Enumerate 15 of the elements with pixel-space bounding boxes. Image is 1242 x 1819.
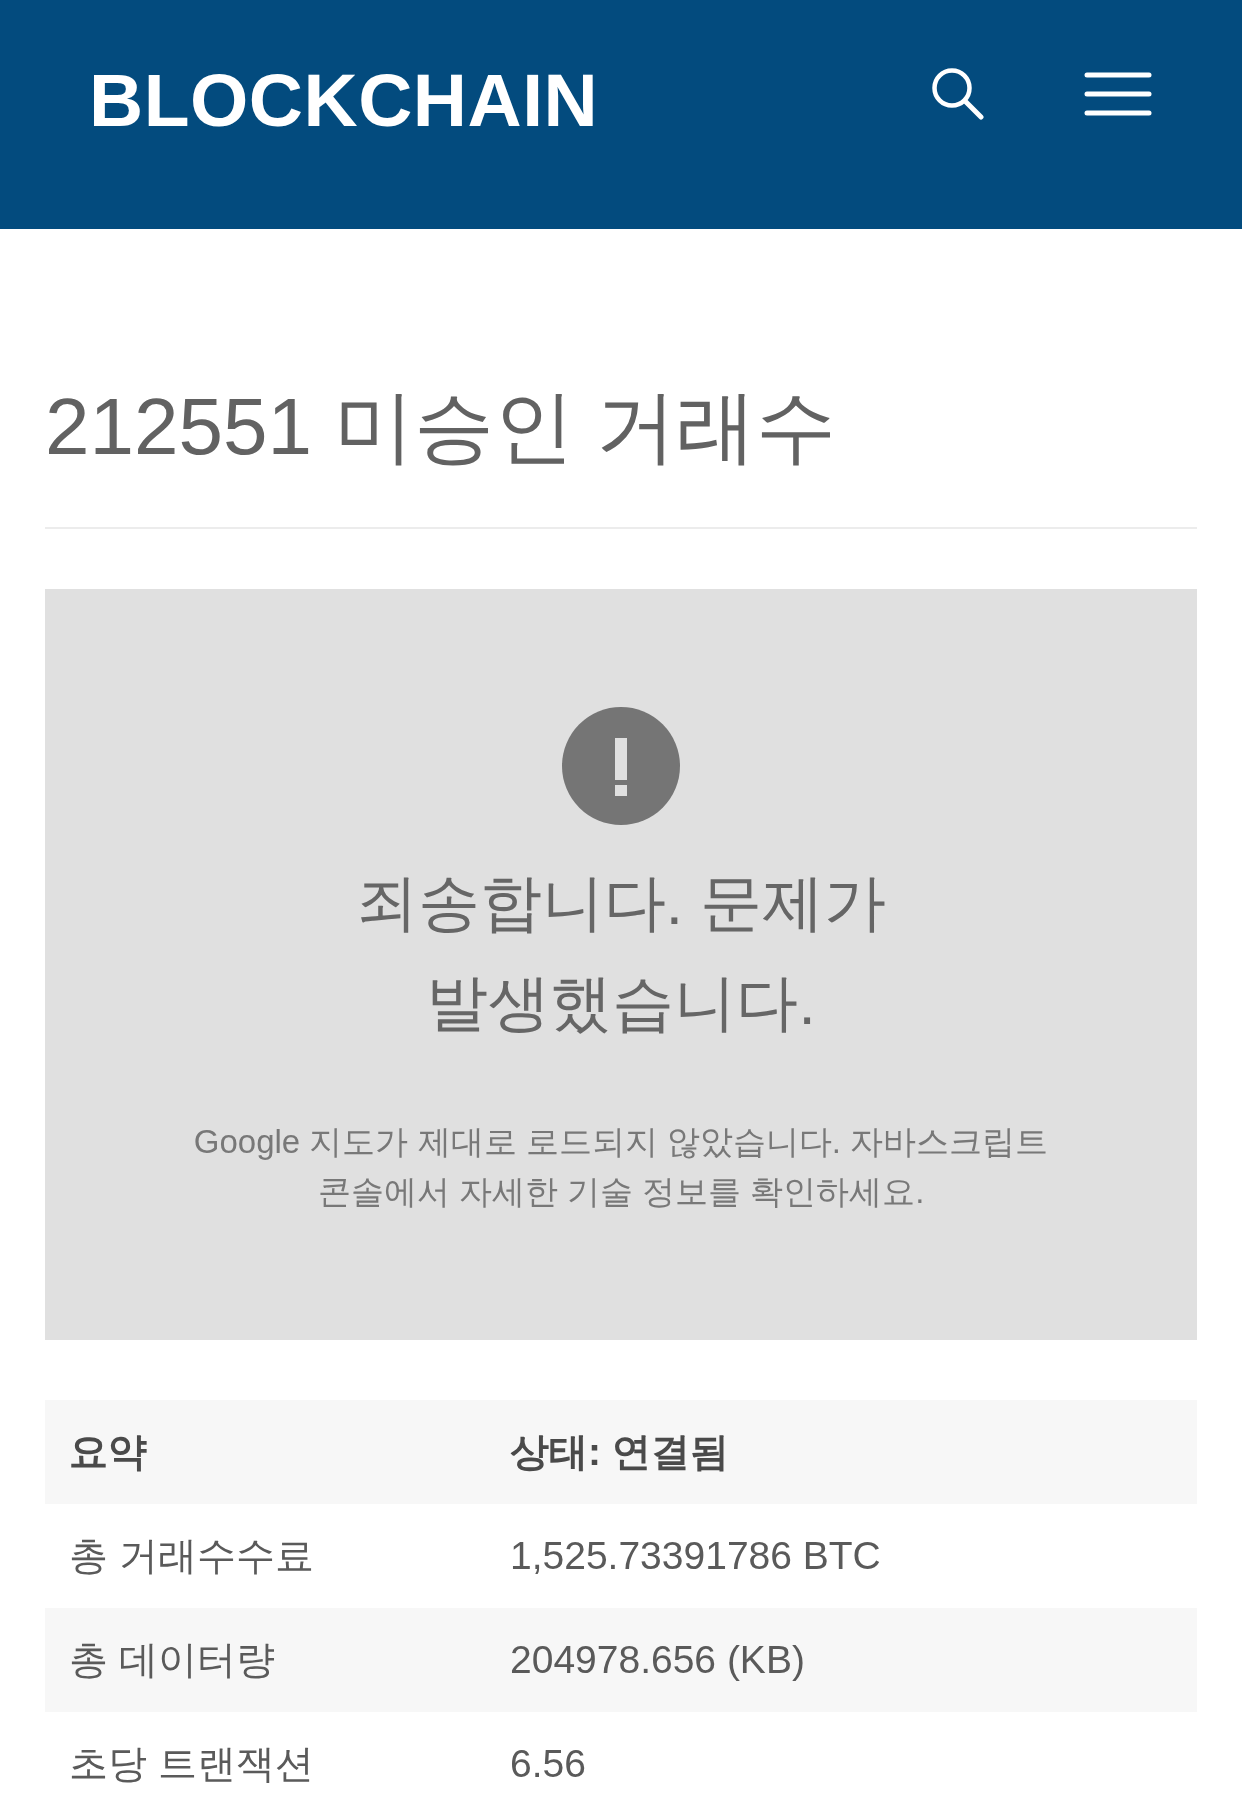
error-heading: 죄송합니다. 문제가 발생했습니다. — [354, 867, 888, 1039]
search-icon[interactable] — [932, 68, 984, 120]
page-title: 212551 미승인 거래수 — [45, 381, 838, 473]
column-header: 요약 — [69, 1429, 148, 1475]
column-header: 상태: 연결됨 — [510, 1429, 730, 1475]
table-cell-text: 1,525.73391786 BTC — [510, 1533, 882, 1579]
table-cell-text: 204978.656 (KB) — [510, 1637, 806, 1683]
table-cell-text: 6.56 — [510, 1741, 587, 1787]
table-cell-text: 총 데이터량 — [69, 1637, 276, 1683]
error-message: Google 지도가 제대로 로드되지 않았습니다. 자바스크립트 콘솔에서 자세한 기술 정보를 확인하세요. — [192, 1122, 1050, 1212]
alert-icon — [562, 707, 680, 825]
table-cell-text: 초당 트랜잭션 — [69, 1741, 315, 1787]
logo[interactable]: BLOCKCHAIN — [89, 63, 599, 138]
table-cell-text: 총 거래수수료 — [69, 1533, 315, 1579]
menu-icon[interactable] — [1084, 72, 1152, 116]
